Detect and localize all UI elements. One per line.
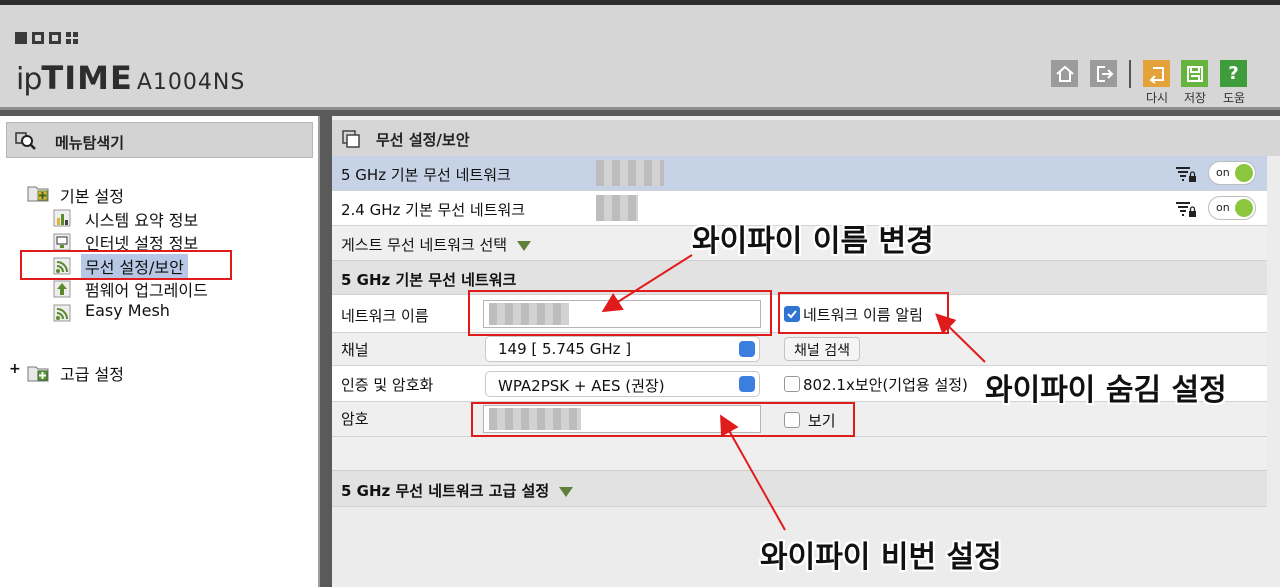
- arrow-hide: [935, 313, 986, 363]
- callout-rename: 와이파이 이름 변경: [692, 224, 934, 259]
- callout-password: 와이파이 비번 설정: [760, 540, 1002, 575]
- arrow-rename: [601, 254, 693, 313]
- arrow-password: [720, 414, 786, 531]
- annotation-arrows: [601, 254, 986, 531]
- callout-hide: 와이파이 숨김 설정: [985, 373, 1227, 408]
